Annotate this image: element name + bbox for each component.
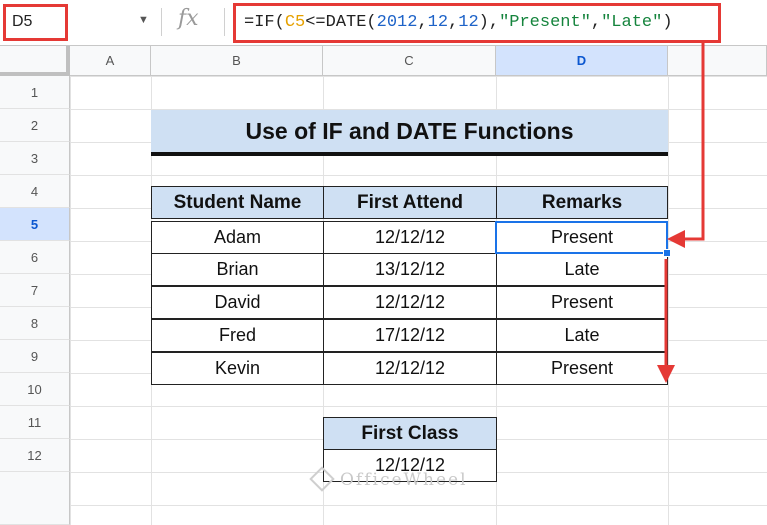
table-cell[interactable]: 12/12/12 <box>323 352 497 385</box>
row-header[interactable]: 2 <box>0 109 70 142</box>
table-cell[interactable]: Kevin <box>151 352 324 385</box>
row-header[interactable]: 9 <box>0 340 70 373</box>
sheet-title[interactable]: Use of IF and DATE Functions <box>151 110 668 152</box>
name-box[interactable]: D5 <box>3 4 68 41</box>
formula-string: "Late" <box>601 13 663 32</box>
formula-number: 2012 <box>376 13 418 32</box>
formula-part: <=DATE( <box>305 13 377 32</box>
row-header[interactable]: 7 <box>0 274 70 307</box>
formula-part: ) <box>662 13 673 32</box>
row-header[interactable]: 12 <box>0 439 70 472</box>
row-header[interactable]: 11 <box>0 406 70 439</box>
row-header[interactable]: 10 <box>0 373 70 406</box>
table-cell[interactable]: Late <box>496 253 668 286</box>
table-cell[interactable]: Present <box>496 286 668 319</box>
divider <box>161 8 162 36</box>
table-cell[interactable]: Present <box>496 352 668 385</box>
row-header[interactable]: 6 <box>0 241 70 274</box>
column-header-d[interactable]: D <box>496 46 668 76</box>
formula-part: =IF( <box>244 13 285 32</box>
table-header-cell[interactable]: First Attend <box>323 186 497 219</box>
column-header-c[interactable]: C <box>323 46 496 76</box>
formula-cell-reference: C5 <box>284 13 306 32</box>
row-header[interactable]: 1 <box>0 76 70 109</box>
watermark: OfficeWheel <box>340 470 468 490</box>
formula-number: 12 <box>458 13 479 32</box>
table-cell[interactable]: David <box>151 286 324 319</box>
formula-number: 12 <box>427 13 449 32</box>
selected-cell-outline <box>495 221 668 254</box>
table-cell[interactable]: Adam <box>151 221 324 254</box>
table-header-cell[interactable]: Remarks <box>496 186 668 219</box>
column-header-b[interactable]: B <box>151 46 323 76</box>
title-underline <box>151 152 668 156</box>
formula-input[interactable]: =IF(C5<=DATE(2012,12,12),"Present","Late… <box>233 3 721 43</box>
fx-icon: fx <box>178 6 199 31</box>
gridline <box>668 76 669 525</box>
formula-part: , <box>590 13 602 32</box>
row-header[interactable]: 3 <box>0 142 70 175</box>
formula-part: , <box>448 13 459 32</box>
table-header-cell[interactable]: Student Name <box>151 186 324 219</box>
table-cell[interactable]: 13/12/12 <box>323 253 497 286</box>
fill-handle[interactable] <box>663 249 671 257</box>
formula-part: , <box>417 13 428 32</box>
select-all-corner[interactable] <box>0 46 70 76</box>
chevron-down-icon[interactable]: ▼ <box>138 14 149 26</box>
column-header-e[interactable] <box>668 46 767 76</box>
table-cell[interactable]: 17/12/12 <box>323 319 497 352</box>
row-header[interactable]: 5 <box>0 208 70 241</box>
formula-part: ), <box>478 13 500 32</box>
formula-string: "Present" <box>499 13 591 32</box>
first-class-header[interactable]: First Class <box>323 417 497 450</box>
row-header[interactable] <box>0 472 70 525</box>
table-cell[interactable]: Brian <box>151 253 324 286</box>
column-header-a[interactable]: A <box>70 46 151 76</box>
table-cell[interactable]: Fred <box>151 319 324 352</box>
row-header[interactable]: 8 <box>0 307 70 340</box>
row-header[interactable]: 4 <box>0 175 70 208</box>
divider <box>224 8 225 36</box>
table-cell[interactable]: 12/12/12 <box>323 286 497 319</box>
table-cell[interactable]: 12/12/12 <box>323 221 497 254</box>
table-cell[interactable]: Late <box>496 319 668 352</box>
